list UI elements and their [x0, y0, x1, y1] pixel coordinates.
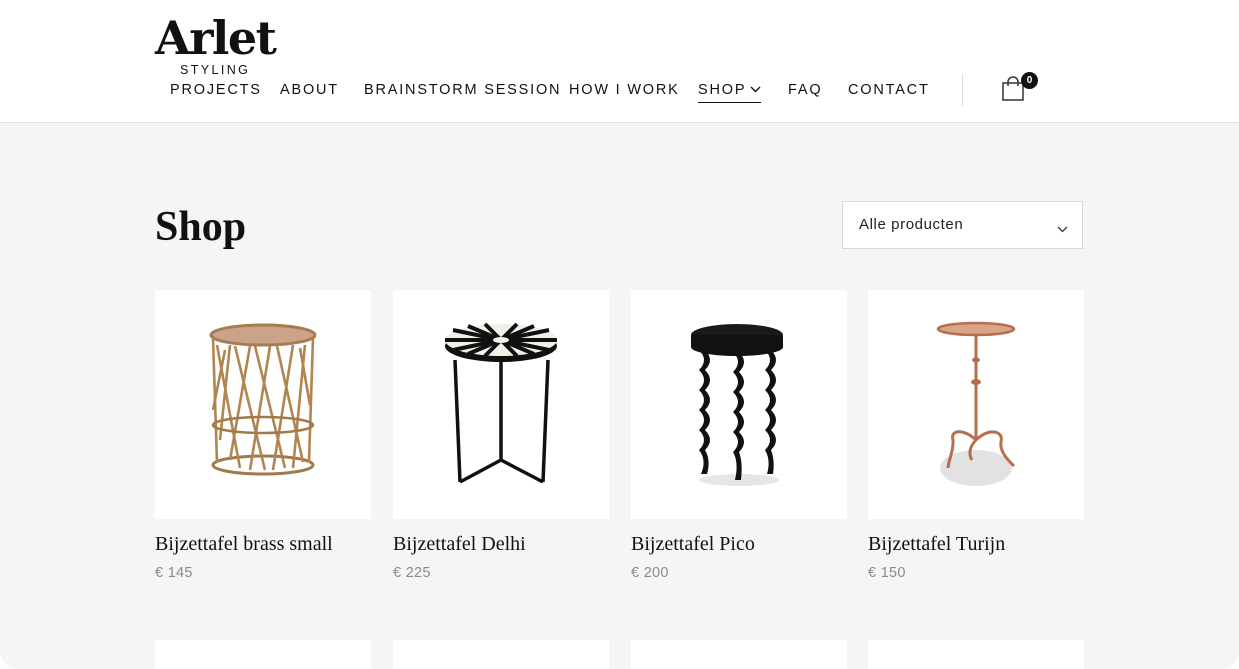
brand-logo[interactable]: Arlet STYLING: [155, 10, 277, 77]
product-price: € 225: [393, 565, 431, 581]
pico-side-table-image: [691, 324, 783, 486]
nav-item-projects[interactable]: PROJECTS: [170, 79, 262, 101]
nav-item-shop-label: SHOP: [698, 82, 747, 98]
nav-item-how-i-work[interactable]: HOW I WORK: [569, 79, 680, 101]
category-filter-select[interactable]: Alle producten: [842, 201, 1083, 249]
product-price: € 145: [155, 565, 193, 581]
product-price: € 150: [868, 565, 906, 581]
product-card[interactable]: Bijzettafel Pico € 200: [631, 290, 847, 590]
product-card-next-row[interactable]: [393, 640, 609, 669]
turijn-side-table-image: [936, 321, 1016, 486]
brand-name: Arlet: [155, 11, 277, 65]
chevron-down-icon: [1057, 220, 1068, 238]
product-card-next-row[interactable]: [868, 640, 1084, 669]
product-name[interactable]: Bijzettafel Delhi: [393, 533, 526, 556]
product-card-next-row[interactable]: [631, 640, 847, 669]
nav-item-brainstorm-session[interactable]: BRAINSTORM SESSION: [364, 79, 561, 101]
product-image[interactable]: [631, 290, 847, 519]
nav-item-contact[interactable]: CONTACT: [848, 79, 930, 101]
product-card-next-row[interactable]: [155, 640, 371, 669]
product-name[interactable]: Bijzettafel brass small: [155, 533, 333, 556]
brand-tagline: STYLING: [180, 63, 251, 77]
site-header: Arlet STYLING PROJECTS ABOUT BRAINSTORM …: [0, 0, 1239, 123]
product-card[interactable]: Bijzettafel brass small € 145: [155, 290, 371, 590]
page-title: Shop: [155, 204, 247, 250]
cart-count-badge: 0: [1021, 72, 1038, 89]
product-image[interactable]: [868, 290, 1084, 519]
product-image[interactable]: [393, 290, 609, 519]
nav-item-about[interactable]: ABOUT: [280, 79, 339, 101]
nav-item-faq[interactable]: FAQ: [788, 79, 822, 101]
product-price: € 200: [631, 565, 669, 581]
product-card[interactable]: Bijzettafel Turijn € 150: [868, 290, 1084, 590]
chevron-down-icon: [750, 78, 761, 100]
product-name[interactable]: Bijzettafel Pico: [631, 533, 755, 556]
product-image[interactable]: [155, 290, 371, 519]
product-name[interactable]: Bijzettafel Turijn: [868, 533, 1005, 556]
brass-side-table-image: [209, 323, 317, 476]
product-card[interactable]: Bijzettafel Delhi € 225: [393, 290, 609, 590]
category-filter-value: Alle producten: [859, 216, 964, 233]
cart-button[interactable]: 0: [1001, 72, 1041, 104]
nav-divider: [962, 74, 963, 106]
delhi-side-table-image: [445, 322, 557, 484]
shop-main: Shop Alle producten Bijzettafel brass sm…: [0, 123, 1239, 669]
nav-item-shop[interactable]: SHOP: [698, 78, 762, 103]
